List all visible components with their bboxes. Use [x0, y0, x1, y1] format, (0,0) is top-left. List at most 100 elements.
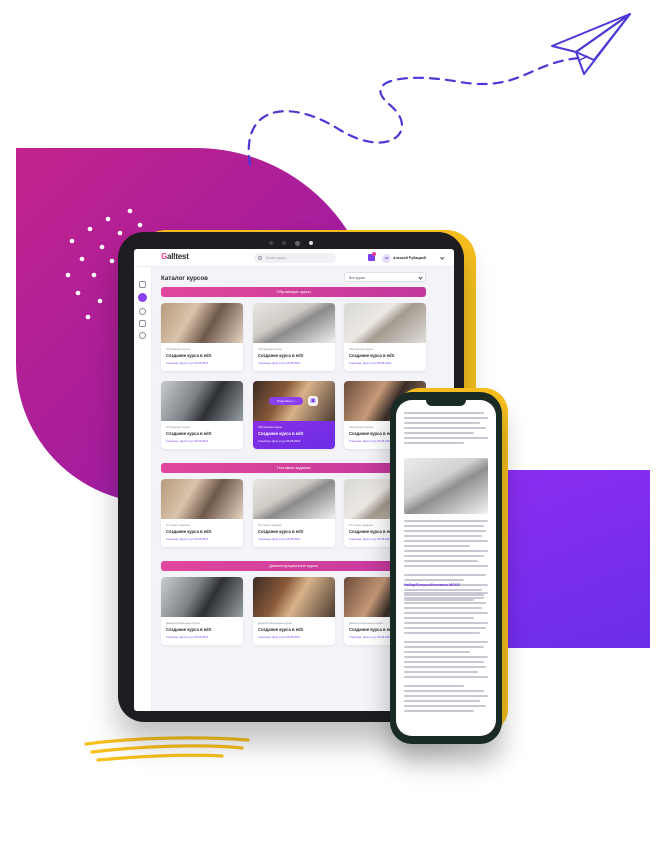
cart-icon[interactable]: ▣: [308, 396, 318, 406]
course-category: Демонстрационные курсы: [166, 621, 201, 625]
course-meta: 3 месяца • Доступ до 06.06.2021: [349, 537, 392, 541]
course-card[interactable]: Демонстрационные курсы Создание курса в e…: [253, 577, 335, 645]
section-header: Демонстрационные курсы: [161, 561, 426, 571]
details-button[interactable]: Подробнее >: [269, 397, 303, 405]
sidebar-item-settings-icon[interactable]: [139, 332, 146, 339]
phone-notch: [426, 398, 466, 406]
course-category: Обучающие курсы: [166, 347, 191, 351]
course-card[interactable]: Обучающие курсы Создание курса в edX 3 мес…: [161, 381, 243, 449]
course-card[interactable]: Демонстрационные курсы Создание курса в e…: [161, 577, 243, 645]
course-category: Тестовые задания: [258, 523, 282, 527]
course-title: Создание курса в edX: [349, 529, 395, 534]
phone-article-image: [404, 458, 488, 514]
course-card[interactable]: Обучающие курсы Создание курса в edX 3 мес…: [161, 303, 243, 371]
phone-text-line: [404, 646, 484, 648]
top-bar: Galltest Искать курсы... АК Алексей Руба…: [134, 249, 454, 267]
search-icon: [258, 255, 262, 260]
phone-text-line: [404, 594, 484, 596]
phone-text-line: [404, 437, 488, 439]
phone-text-line: [404, 661, 484, 663]
course-image: [344, 303, 426, 343]
phone-text-line: [404, 627, 486, 629]
phone-text-line: [404, 641, 488, 643]
course-filter-select[interactable]: Все курсы: [344, 272, 426, 282]
course-title: Создание курса в edX: [258, 529, 304, 534]
phone-text-line: [404, 632, 480, 634]
course-title: Создание курса в edX: [166, 529, 212, 534]
phone-text-line: [404, 656, 488, 658]
course-card[interactable]: Обучающие курсы Создание курса в edX 3 мес…: [253, 381, 335, 449]
sidebar-item-catalog-icon[interactable]: [138, 293, 147, 302]
phone-text-line: [404, 597, 484, 599]
phone-text-line: [404, 560, 478, 562]
sidebar-item-docs-icon[interactable]: [139, 320, 146, 327]
phone-text-line: [404, 412, 484, 414]
course-meta: 3 месяца • Доступ до 06.06.2021: [258, 537, 301, 541]
search-input[interactable]: Искать курсы...: [254, 253, 336, 263]
course-category: Тестовые задания: [166, 523, 190, 527]
yellow-scribble-decoration: [84, 736, 250, 762]
course-category: Обучающие курсы: [258, 347, 283, 351]
course-meta: 3 месяца • Доступ до 06.06.2021: [166, 439, 209, 443]
course-title: Создание курса в edX: [258, 431, 304, 436]
course-title: Создание курса в edX: [349, 353, 395, 358]
phone-text-line: [404, 671, 478, 673]
phone-text-line: [404, 555, 484, 557]
phone-text-line: [404, 651, 470, 653]
course-category: Обучающие курсы: [349, 425, 374, 429]
course-card[interactable]: Обучающие курсы Создание курса в edX 3 мес…: [253, 303, 335, 371]
phone-text-line: [404, 690, 484, 692]
course-meta: 3 месяца • Доступ до 06.06.2021: [258, 439, 301, 443]
course-meta: 3 месяца • Доступ до 06.06.2021: [166, 635, 209, 639]
course-title: Создание курса в edX: [166, 627, 212, 632]
course-image: [161, 479, 243, 519]
course-category: Демонстрационные курсы: [258, 621, 293, 625]
phone-text-line: [404, 705, 486, 707]
phone-text-line: [404, 432, 474, 434]
phone-text-line: [404, 427, 486, 429]
phone-text-line: [404, 530, 486, 532]
course-image: [253, 577, 335, 617]
phone-text-line: [404, 592, 488, 594]
promo-illustration: Galltest Искать курсы... АК Алексей Руба…: [0, 0, 670, 862]
course-meta: 3 месяца • Доступ до 06.06.2021: [258, 635, 301, 639]
course-meta: 3 месяца • Доступ до 06.06.2021: [349, 439, 392, 443]
course-card[interactable]: Тестовые задания Создание курса в edX 3 ме…: [161, 479, 243, 547]
phone-article-heading: Набор/Бонусы/Контакты MOOC: [404, 583, 461, 587]
course-title: Создание курса в edX: [258, 627, 304, 632]
sidebar-item-users-icon[interactable]: [139, 308, 146, 315]
phone-text-line: [404, 540, 488, 542]
course-image: [253, 479, 335, 519]
section-header: Обучающие курсы: [161, 287, 426, 297]
course-meta: 3 месяца • Доступ до 06.06.2021: [258, 361, 301, 365]
phone-text-line: [404, 666, 486, 668]
phone-text-line: [404, 602, 486, 604]
phone-text-line: [404, 599, 474, 601]
phone-text-line: [404, 617, 474, 619]
tablet-camera-bar: [259, 240, 323, 246]
phone-text-line: [404, 525, 484, 527]
course-category: Тестовые задания: [349, 523, 373, 527]
course-title: Создание курса в edX: [349, 627, 395, 632]
course-card[interactable]: Тестовые задания Создание курса в edX 3 ме…: [253, 479, 335, 547]
course-image: [161, 303, 243, 343]
course-meta: 3 месяца • Доступ до 06.06.2021: [349, 635, 392, 639]
sidebar: [134, 267, 152, 711]
course-title: Создание курса в edX: [258, 353, 304, 358]
phone-text-line: [404, 589, 482, 591]
phone-text-line: [404, 685, 464, 687]
section-header: Тестовые задания: [161, 463, 426, 473]
phone-text-line: [404, 676, 488, 678]
course-card[interactable]: Обучающие курсы Создание курса в edX 3 мес…: [344, 303, 426, 371]
sidebar-item-home-icon[interactable]: [139, 281, 146, 288]
course-category: Обучающие курсы: [166, 425, 191, 429]
course-category: Демонстрационные курсы: [349, 621, 384, 625]
avatar[interactable]: АК: [382, 253, 391, 263]
phone-text-line: [404, 622, 488, 624]
chevron-down-icon[interactable]: [440, 255, 445, 260]
course-category: Обучающие курсы: [349, 347, 374, 351]
app-logo[interactable]: Galltest: [161, 252, 189, 261]
phone-text-line: [404, 710, 474, 712]
user-name[interactable]: Алексей Рубацкий: [393, 256, 426, 260]
phone-text-line: [404, 442, 464, 444]
